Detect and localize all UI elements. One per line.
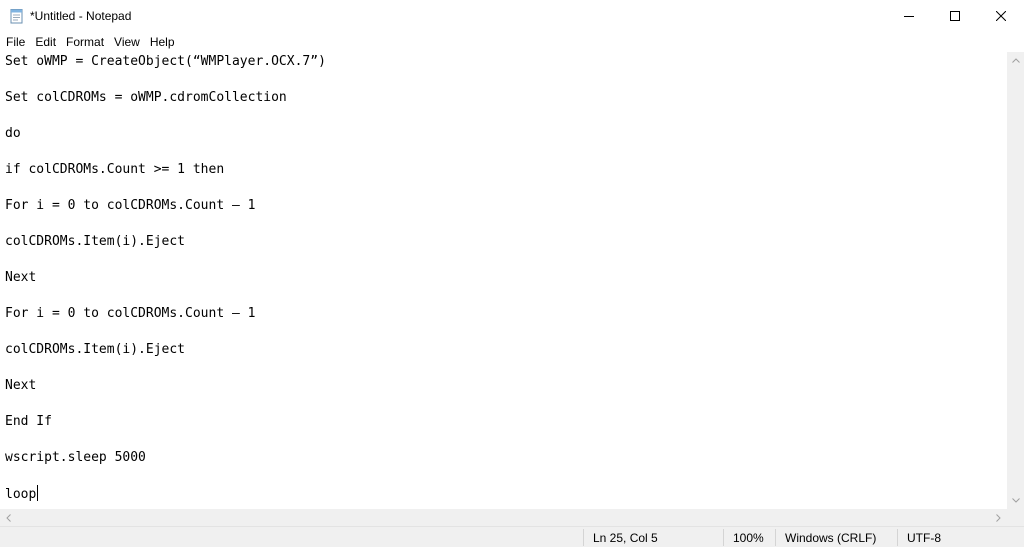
title-bar[interactable]: *Untitled - Notepad <box>0 0 1024 32</box>
notepad-window: *Untitled - Notepad File Edit Format Vie… <box>0 0 1024 547</box>
minimize-button[interactable] <box>886 0 932 32</box>
editor-line: loop <box>5 487 37 502</box>
chevron-left-icon <box>6 513 11 522</box>
scroll-up-button[interactable] <box>1007 52 1024 69</box>
scroll-right-button[interactable] <box>990 509 1007 526</box>
cursor-position: Ln 25, Col 5 <box>593 531 658 545</box>
editor-line: do <box>5 126 21 141</box>
horizontal-scrollbar[interactable] <box>0 509 1007 526</box>
maximize-icon <box>950 11 960 21</box>
editor-line: if colCDROMs.Count >= 1 then <box>5 162 225 177</box>
editor-line: Set colCDROMs = oWMP.cdromCollection <box>5 90 287 105</box>
text-editor[interactable]: Set oWMP = CreateObject(“WMPlayer.OCX.7”… <box>0 52 1007 509</box>
close-icon <box>996 11 1006 21</box>
text-caret <box>37 485 39 501</box>
editor-line: Set oWMP = CreateObject(“WMPlayer.OCX.7”… <box>5 54 326 69</box>
menu-file[interactable]: File <box>1 32 30 52</box>
menu-format[interactable]: Format <box>61 32 109 52</box>
encoding: UTF-8 <box>907 531 941 545</box>
editor-line: For i = 0 to colCDROMs.Count – 1 <box>5 306 256 321</box>
menu-view[interactable]: View <box>109 32 145 52</box>
scroll-left-button[interactable] <box>0 509 17 526</box>
status-separator <box>897 529 898 546</box>
chevron-down-icon <box>1011 498 1020 503</box>
zoom-level: 100% <box>733 531 764 545</box>
editor-line: Next <box>5 270 37 285</box>
chevron-up-icon <box>1011 58 1020 63</box>
status-separator <box>775 529 776 546</box>
editor-line: For i = 0 to colCDROMs.Count – 1 <box>5 198 256 213</box>
close-button[interactable] <box>978 0 1024 32</box>
editor-line: Next <box>5 378 37 393</box>
status-bar: Ln 25, Col 5 100% Windows (CRLF) UTF-8 <box>0 526 1024 547</box>
editor-line: colCDROMs.Item(i).Eject <box>5 342 186 357</box>
scroll-down-button[interactable] <box>1007 492 1024 509</box>
minimize-icon <box>904 16 914 17</box>
menu-bar: File Edit Format View Help <box>0 32 1024 52</box>
line-ending: Windows (CRLF) <box>785 531 877 545</box>
vertical-scrollbar[interactable] <box>1007 52 1024 509</box>
scrollbar-corner <box>1007 509 1024 526</box>
editor-line: colCDROMs.Item(i).Eject <box>5 234 186 249</box>
maximize-button[interactable] <box>932 0 978 32</box>
editor-area: Set oWMP = CreateObject(“WMPlayer.OCX.7”… <box>0 52 1024 526</box>
editor-line: wscript.sleep 5000 <box>5 450 146 465</box>
menu-edit[interactable]: Edit <box>30 32 61 52</box>
window-title: *Untitled - Notepad <box>30 9 132 23</box>
editor-line: End If <box>5 414 52 429</box>
editor-text: Set oWMP = CreateObject(“WMPlayer.OCX.7”… <box>0 53 1007 504</box>
menu-help[interactable]: Help <box>145 32 180 52</box>
notepad-icon <box>9 8 25 24</box>
chevron-right-icon <box>996 513 1001 522</box>
status-separator <box>583 529 584 546</box>
status-separator <box>723 529 724 546</box>
